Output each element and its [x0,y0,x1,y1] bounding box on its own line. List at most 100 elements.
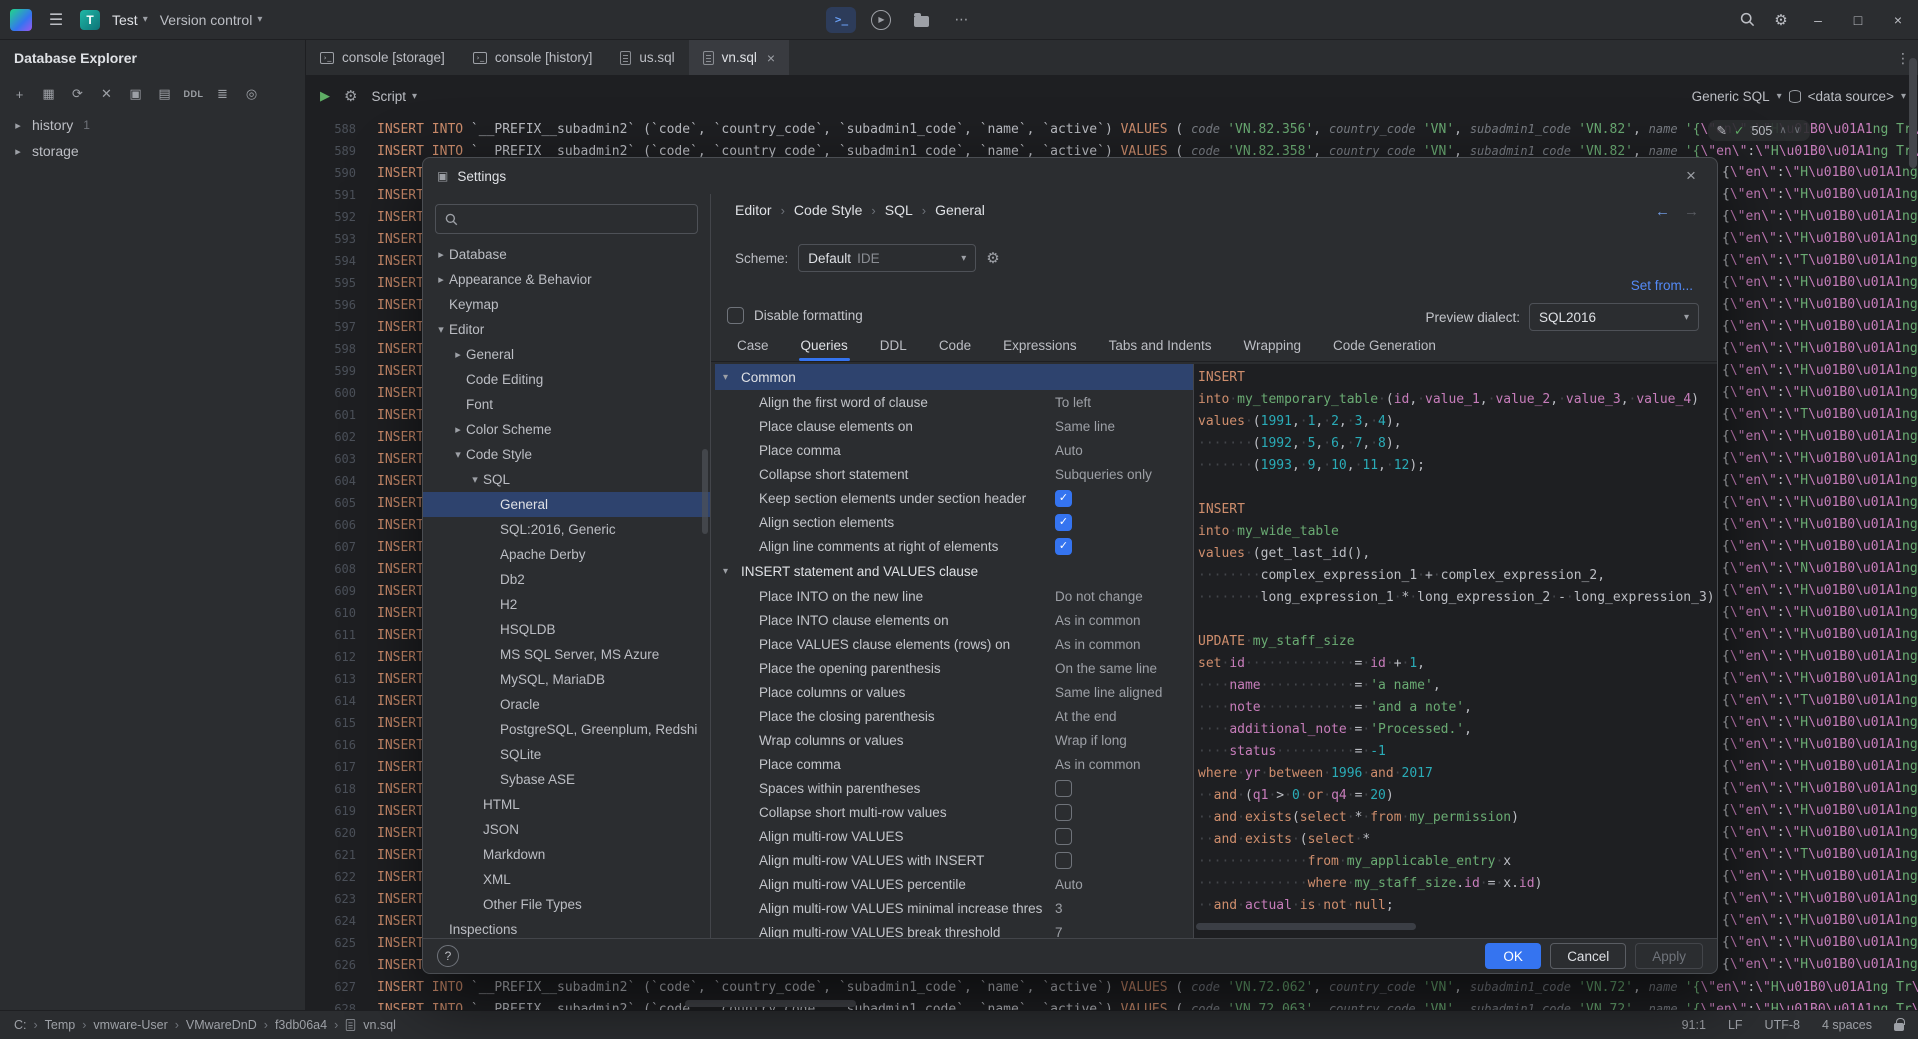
dialect-selector[interactable]: Generic SQL [1692,89,1770,104]
settings-tree-item-code-style[interactable]: ▾Code Style [423,442,710,467]
settings-tree-item-xml[interactable]: XML [423,867,710,892]
forward-arrow-icon[interactable]: → [1684,203,1699,220]
settings-tree-item-sqlite[interactable]: SQLite [423,742,710,767]
tab-console [storage][interactable]: console [storage] [306,40,459,75]
tab-vn.sql[interactable]: vn.sql× [689,40,789,75]
path-item[interactable]: vmware-User [93,1018,167,1032]
table-view-icon[interactable]: ▣ [122,81,149,107]
ddl-icon[interactable]: DDL [180,81,207,107]
settings-tree-item-database[interactable]: ▸Database [423,242,710,267]
scheme-dropdown[interactable]: Default IDE ▾ [798,244,976,272]
datasource-icon[interactable]: ▦ [35,81,62,107]
path-item[interactable]: f3db06a4 [275,1018,327,1032]
breadcrumb-item[interactable]: Code Style [794,202,862,218]
settings-tree-item-font[interactable]: Font [423,392,710,417]
checkbox[interactable] [1055,804,1072,821]
setting-value-dropdown[interactable]: At the end [1055,709,1117,724]
preview-icon[interactable]: ◎ [238,81,265,107]
tab-console [history][interactable]: console [history] [459,40,607,75]
section-header[interactable]: ▾INSERT statement and VALUES clause [715,558,1193,584]
close-tab-icon[interactable]: × [767,50,775,66]
breadcrumb-item[interactable]: General [935,202,985,218]
maximize-button[interactable]: □ [1838,0,1878,40]
checkbox[interactable] [1055,780,1072,797]
setting-value-dropdown[interactable]: On the same line [1055,661,1157,676]
settings-tree-item-db2[interactable]: Db2 [423,567,710,592]
chevron-down-icon[interactable]: ∨ [1794,125,1801,136]
editor-horizontal-scrollbar[interactable] [685,1000,856,1007]
setting-value-dropdown[interactable]: 3 [1055,901,1063,916]
tab-case[interactable]: Case [735,334,771,361]
settings-tree-item-general[interactable]: General [423,492,710,517]
status-item[interactable]: 91:1 [1682,1018,1706,1032]
preview-dialect-dropdown[interactable]: SQL2016 ▾ [1529,303,1699,331]
attach-console-icon[interactable]: ≣ [209,81,236,107]
settings-tree-item-markdown[interactable]: Markdown [423,842,710,867]
set-from-link[interactable]: Set from... [1631,278,1693,293]
execution-settings-icon[interactable]: ⚙ [344,87,357,105]
setting-value-dropdown[interactable]: Do not change [1055,589,1143,604]
disable-formatting-checkbox[interactable] [727,307,744,324]
settings-search-box[interactable] [435,204,698,234]
settings-tree-item-postgresql-greenplum-redshi[interactable]: PostgreSQL, Greenplum, Redshi [423,717,710,742]
setting-value-dropdown[interactable]: Auto [1055,877,1083,892]
path-item[interactable]: Temp [45,1018,76,1032]
checkbox[interactable] [1055,852,1072,869]
settings-tree-item-hsqldb[interactable]: HSQLDB [423,617,710,642]
setting-value-dropdown[interactable]: Wrap if long [1055,733,1127,748]
settings-tree-item-other-file-types[interactable]: Other File Types [423,892,710,917]
tab-expressions[interactable]: Expressions [1001,334,1079,361]
settings-tree-item-json[interactable]: JSON [423,817,710,842]
settings-tree-item-sybase-ase[interactable]: Sybase ASE [423,767,710,792]
settings-tree-item-general[interactable]: ▸General [423,342,710,367]
settings-search-input[interactable] [465,212,688,227]
terminal-button[interactable]: >_ [826,7,856,33]
section-header[interactable]: ▾Common [715,364,1193,390]
close-window-button[interactable]: × [1878,0,1918,40]
run-script-button[interactable]: ▶ [320,88,330,104]
settings-tree-item-h2[interactable]: H2 [423,592,710,617]
setting-value-dropdown[interactable]: Same line aligned [1055,685,1162,700]
tab-queries[interactable]: Queries [799,334,850,361]
tab-code-generation[interactable]: Code Generation [1331,334,1438,361]
setting-value-dropdown[interactable]: As in common [1055,613,1141,628]
tab-tabs-and-indents[interactable]: Tabs and Indents [1107,334,1214,361]
main-menu-icon[interactable]: ☰ [44,10,68,30]
chevron-up-icon[interactable]: ∧ [1779,125,1786,136]
project-selector[interactable]: Test ▾ [112,12,148,28]
settings-tree-item-color-scheme[interactable]: ▸Color Scheme [423,417,710,442]
checkbox[interactable] [1055,828,1072,845]
tree-item-history[interactable]: ▸history1 [0,112,305,138]
settings-tree-item-editor[interactable]: ▾Editor [423,317,710,342]
settings-tree-item-code-editing[interactable]: Code Editing [423,367,710,392]
add-icon[interactable]: + [6,81,33,107]
dialog-title-bar[interactable]: ▣ Settings × [423,158,1717,194]
cancel-icon[interactable]: ✕ [93,81,120,107]
search-everywhere-button[interactable] [1730,0,1764,40]
run-button[interactable]: ▶ [866,7,896,33]
session-selector[interactable]: Script ▾ [371,89,417,104]
tab-ddl[interactable]: DDL [878,334,909,361]
checkbox[interactable]: ✓ [1055,538,1072,555]
settings-tree-item-sql-2016-generic[interactable]: SQL:2016, Generic [423,517,710,542]
settings-tree-item-ms-sql-server-ms-azure[interactable]: MS SQL Server, MS Azure [423,642,710,667]
checkbox[interactable]: ✓ [1055,490,1072,507]
ide-settings-button[interactable]: ⚙ [1764,0,1798,40]
minimize-button[interactable]: – [1798,0,1838,40]
apply-button[interactable]: Apply [1635,943,1703,969]
breadcrumb-item[interactable]: Editor [735,202,772,218]
path-item[interactable]: VMwareDnD [186,1018,257,1032]
cancel-button[interactable]: Cancel [1550,943,1626,969]
setting-value-dropdown[interactable]: 7 [1055,925,1063,939]
more-actions-button[interactable]: ⋯ [946,7,976,33]
tab-us.sql[interactable]: us.sql [606,40,688,75]
layout-icon[interactable]: ▤ [151,81,178,107]
setting-value-dropdown[interactable]: Same line [1055,419,1115,434]
scheme-actions-icon[interactable]: ⚙ [986,249,999,267]
settings-tree-item-appearance-behavior[interactable]: ▸Appearance & Behavior [423,267,710,292]
settings-tree-item-keymap[interactable]: Keymap [423,292,710,317]
close-dialog-icon[interactable]: × [1679,166,1703,186]
preview-horizontal-scrollbar[interactable] [1196,923,1416,930]
tab-options-icon[interactable]: ⋮ [1896,50,1910,67]
setting-value-dropdown[interactable]: To left [1055,395,1091,410]
